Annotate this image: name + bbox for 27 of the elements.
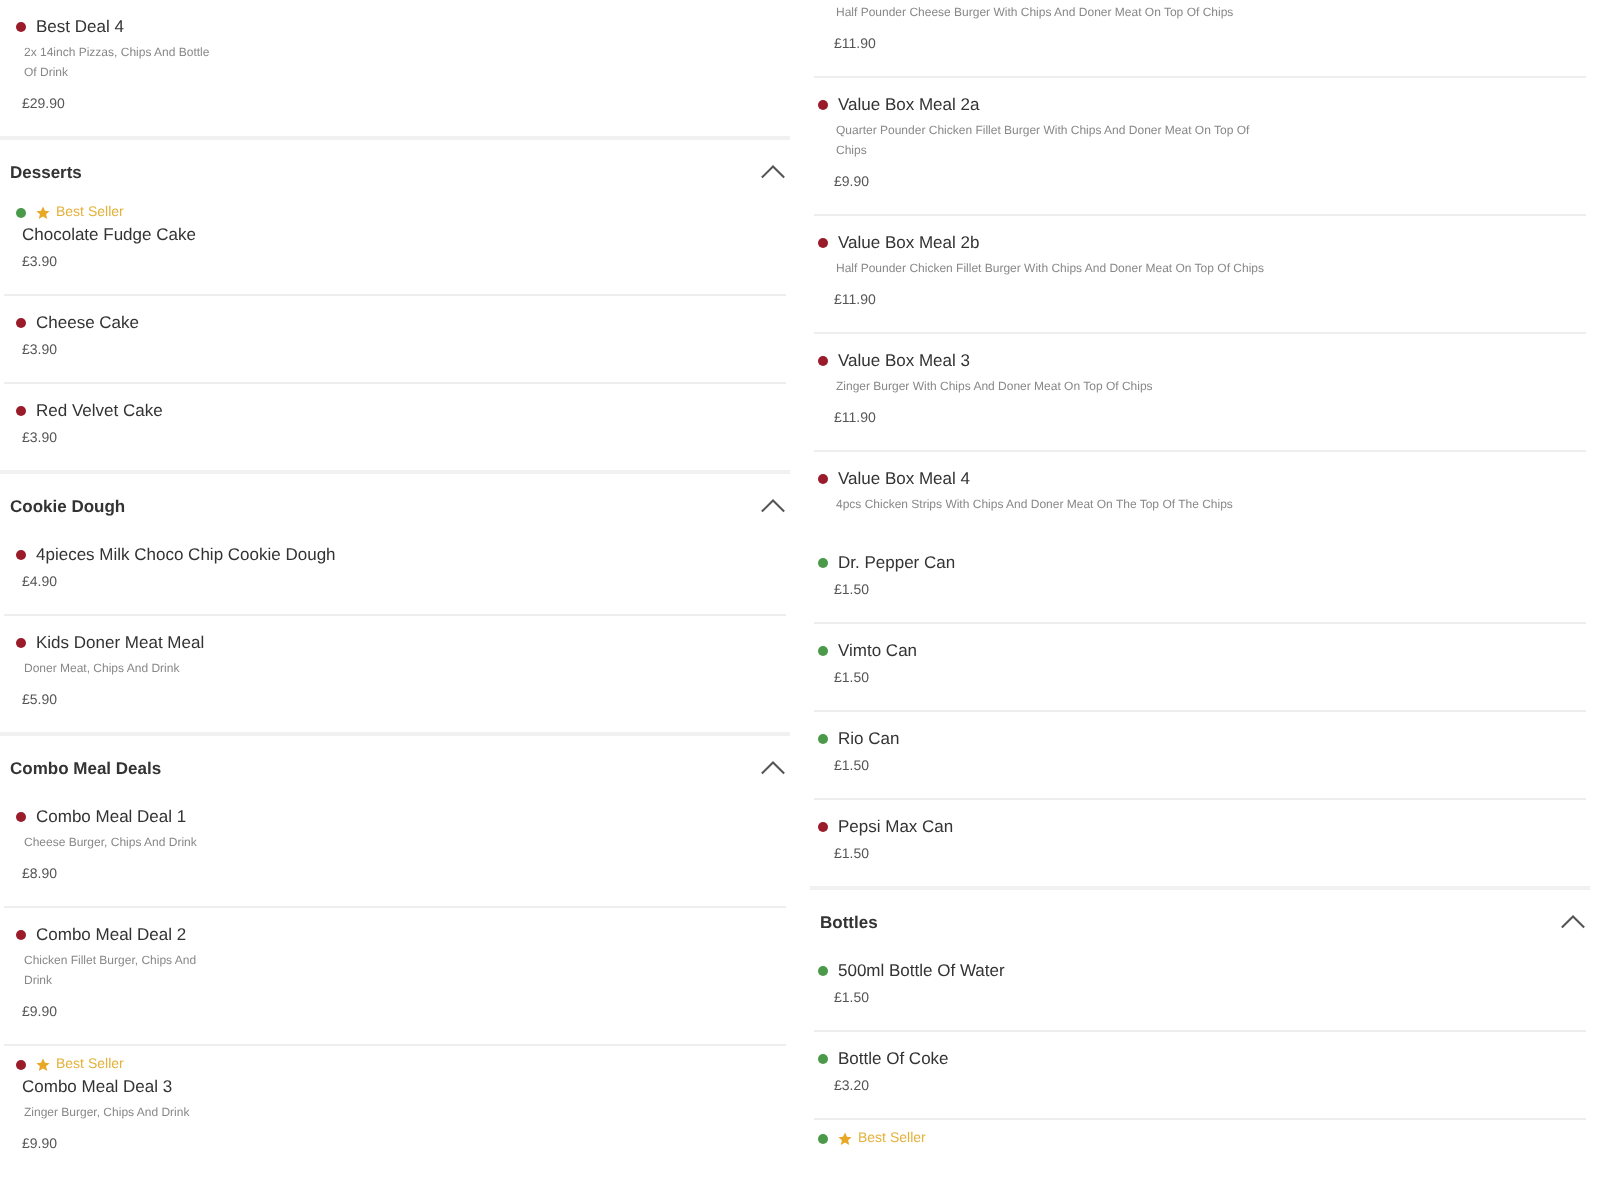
item-name[interactable]: Value Box Meal 2a — [838, 90, 980, 118]
item-name[interactable]: Vimto Can — [838, 636, 918, 664]
item-name[interactable]: Best Deal 4 — [36, 12, 124, 40]
item-name[interactable]: Chocolate Fudge Cake — [22, 220, 768, 248]
item-name[interactable]: Combo Meal Deal 2 — [36, 920, 187, 948]
item-name[interactable]: Value Box Meal 3 — [838, 346, 970, 374]
item-name[interactable]: Value Box Meal 2b — [838, 228, 980, 256]
item-name[interactable]: Rio Can — [838, 724, 900, 752]
section-title: Combo Meal Deals — [10, 758, 162, 778]
item-name[interactable]: 500ml Bottle Of Water — [838, 956, 1005, 984]
section-title: Desserts — [10, 162, 82, 182]
item-name[interactable]: Dr. Pepper Can — [838, 548, 956, 576]
item-name[interactable]: Combo Meal Deal 3 — [22, 1072, 768, 1100]
item-name[interactable]: Pepsi Max Can — [838, 812, 954, 840]
item-name[interactable]: Kids Doner Meat Meal — [36, 628, 205, 656]
chevron-icon[interactable] — [760, 498, 786, 514]
section-title: Bottles — [820, 912, 878, 932]
item-name[interactable]: Value Box Meal 4 — [838, 464, 970, 492]
item-name[interactable]: Red Velvet Cake — [36, 396, 163, 424]
item-name[interactable]: Cheese Cake — [36, 308, 140, 336]
item-name[interactable]: 4pieces Milk Choco Chip Cookie Dough — [36, 540, 336, 568]
item-name[interactable]: Combo Meal Deal 1 — [36, 802, 187, 830]
item-name[interactable]: Bottle Of Coke — [838, 1044, 949, 1072]
chevron-icon[interactable] — [760, 760, 786, 776]
chevron-icon[interactable] — [1560, 914, 1586, 930]
section-title: Cookie Dough — [10, 496, 126, 516]
chevron-icon[interactable] — [760, 164, 786, 180]
